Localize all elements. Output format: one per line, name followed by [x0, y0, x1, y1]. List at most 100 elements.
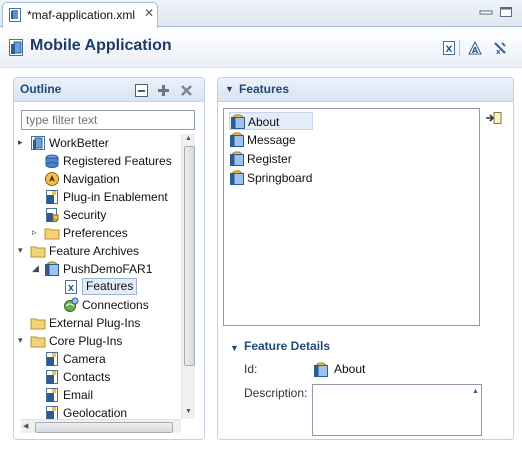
outline-header: Outline [14, 78, 204, 102]
tree-item-label: Connections [82, 298, 149, 312]
xml-source-icon[interactable]: X [441, 40, 457, 56]
archive-icon [45, 261, 59, 276]
collapse-all-icon[interactable] [135, 84, 148, 97]
plugin-icon [46, 190, 58, 204]
tree-item[interactable]: Navigation [16, 170, 181, 188]
svg-text:X: X [446, 45, 453, 55]
id-label: Id: [244, 362, 258, 376]
expand-twisty-icon[interactable]: ◢ [32, 263, 42, 273]
editor-tab[interactable]: *maf-application.xml ✕ [2, 2, 158, 28]
expand-twisty-icon[interactable]: ▸ [18, 137, 28, 147]
feature-icon [230, 132, 244, 147]
tree-item-label: Geolocation [63, 406, 128, 419]
tree-item-label: Preferences [63, 226, 128, 240]
feature-item-label: Message [247, 133, 296, 147]
tree-item-label: Navigation [63, 172, 120, 186]
scroll-up-icon[interactable]: ▲ [472, 388, 479, 395]
tree-item[interactable]: Plug-in Enablement [16, 188, 181, 206]
feature-details-title: Feature Details [244, 339, 331, 353]
outline-title: Outline [20, 82, 62, 96]
toolbar-separator [459, 40, 460, 56]
details-caret-icon[interactable]: ▼ [230, 343, 239, 353]
scroll-down-icon[interactable]: ▼ [185, 408, 192, 415]
folder-icon [30, 246, 46, 258]
tree-item[interactable]: ▸ WorkBetter [16, 134, 181, 152]
tree-item-label: WorkBetter [49, 136, 109, 150]
editor-tab-label: *maf-application.xml [27, 8, 136, 22]
tree-item[interactable]: Camera [16, 350, 181, 368]
feature-icon [231, 114, 245, 129]
tree-item-label: Feature Archives [49, 244, 140, 258]
tree-item[interactable]: Connections [16, 296, 181, 314]
description-label: Description: [244, 386, 308, 400]
expand-twisty-icon[interactable]: ▾ [18, 245, 28, 255]
folder-icon [44, 228, 60, 240]
tree-item-label: Plug-in Enablement [63, 190, 168, 204]
minimize-icon[interactable] [479, 6, 493, 18]
expand-caret-icon[interactable]: ▼ [225, 84, 234, 94]
maximize-icon[interactable] [499, 6, 513, 18]
tree-item[interactable]: Geolocation [16, 404, 181, 419]
svg-text:X: X [68, 284, 75, 293]
page-title: Mobile Application [30, 37, 172, 54]
features-icon [45, 154, 59, 168]
expand-twisty-icon[interactable]: ▹ [32, 227, 42, 237]
outline-filter-input[interactable] [21, 110, 195, 130]
vertical-scroll-thumb[interactable] [184, 146, 195, 366]
description-field[interactable]: ▲ [312, 384, 482, 436]
security-icon [46, 208, 59, 222]
tree-item[interactable]: ▹ Preferences [16, 224, 181, 242]
outline-vertical-scrollbar[interactable]: ▲ ▼ [181, 134, 195, 419]
add-icon[interactable] [157, 84, 170, 97]
plugin-icon [46, 388, 58, 402]
navigation-icon [45, 172, 59, 186]
scroll-up-icon[interactable]: ▲ [185, 135, 192, 142]
tree-item-label: Camera [63, 352, 106, 366]
tree-item[interactable]: X Features [16, 278, 181, 296]
outline-tree: ▸ WorkBetter Registered Features Navigation… [16, 134, 181, 419]
tree-item-label: PushDemoFAR1 [63, 262, 153, 276]
tree-item-label: Email [63, 388, 94, 402]
app-icon [31, 136, 45, 150]
features-header[interactable]: ▼ Features [218, 78, 513, 102]
plugin-icon [46, 352, 58, 366]
scroll-left-icon[interactable]: ◀ [23, 422, 28, 430]
delete-icon[interactable] [180, 84, 193, 97]
svg-text:A: A [472, 46, 479, 55]
folder-icon [30, 318, 46, 330]
editor-tab-strip: *maf-application.xml ✕ [0, 0, 522, 28]
feature-item-label: Springboard [247, 171, 313, 185]
tree-item[interactable]: ◢ PushDemoFAR1 [16, 260, 181, 278]
tree-item[interactable]: External Plug-Ins [16, 314, 181, 332]
tree-item[interactable]: ▾ Core Plug-Ins [16, 332, 181, 350]
horizontal-scroll-thumb[interactable] [35, 422, 173, 433]
editor-header: Mobile Application X A x [0, 28, 522, 68]
outline-horizontal-scrollbar[interactable]: ◀ [21, 419, 181, 433]
plugin-icon [46, 370, 58, 384]
tree-item-label: Features [82, 278, 138, 295]
close-icon[interactable]: ✕ [144, 6, 154, 20]
tools-icon[interactable]: x [492, 40, 508, 56]
connections-icon [64, 297, 79, 312]
feature-item-label: About [248, 115, 280, 129]
tree-item-label: Contacts [63, 370, 111, 384]
id-value: About [334, 362, 366, 376]
svg-text:x: x [496, 48, 501, 56]
tree-item[interactable]: Registered Features [16, 152, 181, 170]
tree-item[interactable]: Security [16, 206, 181, 224]
feature-item-label: Register [247, 152, 292, 166]
tree-item[interactable]: Email [16, 386, 181, 404]
tree-item-label: Core Plug-Ins [49, 334, 123, 348]
feature-icon [314, 362, 328, 377]
tree-item-label: External Plug-Ins [49, 316, 141, 330]
features-list[interactable]: About Message Register Springboard [223, 108, 480, 326]
expand-twisty-icon[interactable]: ▾ [18, 335, 28, 345]
features-xml-icon: X [65, 280, 77, 294]
add-feature-icon[interactable] [485, 111, 503, 125]
mobile-app-file-icon [9, 8, 21, 22]
feature-list-item[interactable]: About [229, 112, 313, 130]
tree-item[interactable]: ▾ Feature Archives [16, 242, 181, 260]
tree-item[interactable]: Contacts [16, 368, 181, 386]
folder-icon [30, 336, 46, 348]
deploy-icon[interactable]: A [467, 40, 483, 56]
